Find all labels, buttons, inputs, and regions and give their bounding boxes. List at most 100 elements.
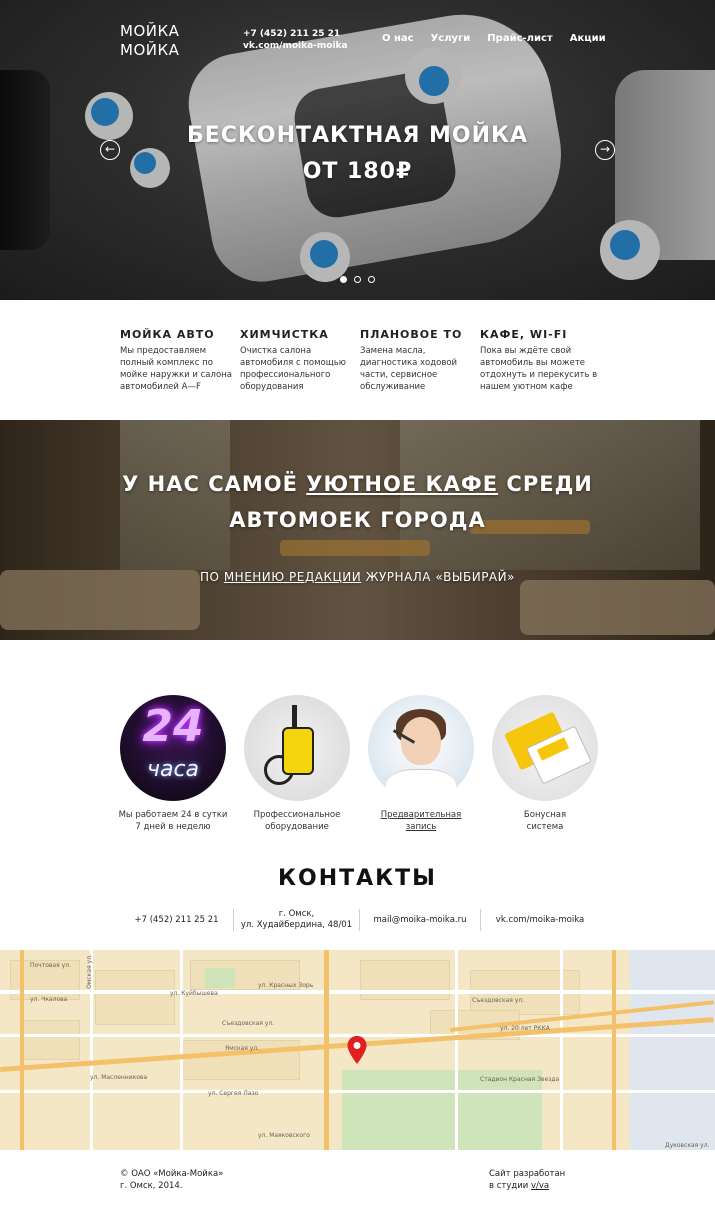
map-label: Дуковская ул. [665, 1142, 710, 1149]
feature-caption-line: 7 дней в неделю [135, 822, 211, 832]
map-block [20, 1020, 80, 1060]
nav-item-about[interactable]: О нас [382, 33, 414, 44]
service-item: МОЙКА АВТО Мы предоставляем полный компл… [120, 328, 240, 393]
site-logo[interactable]: МОЙКА МОЙКА [120, 22, 179, 60]
map-label: Стадион Красная Звезда [480, 1076, 560, 1083]
map-pin-icon[interactable] [347, 1036, 367, 1064]
map-park [205, 968, 235, 988]
map-road [0, 1090, 715, 1093]
slider-next-arrow-icon[interactable]: → [595, 140, 615, 160]
map-road [180, 950, 183, 1150]
developer-studio-pre: в студии [489, 1181, 531, 1191]
service-item: ПЛАНОВОЕ ТО Замена масла, диагностика хо… [360, 328, 480, 393]
contact-address: г. Омск, ул. Худайбердина, 48/01 [234, 909, 359, 931]
neon-hours-text: часа [146, 757, 200, 782]
logo-line: МОЙКА [120, 22, 180, 40]
operator-shirt [386, 769, 456, 801]
nav-item-promo[interactable]: Акции [570, 33, 606, 44]
map-label: ул. Красных Зорь [258, 982, 314, 989]
map-label: Почтовая ул. [30, 962, 71, 969]
map-label: ул. 20 лет РККА [500, 1025, 550, 1032]
map-main-road [20, 950, 24, 1150]
developer-text: Сайт разработан [489, 1169, 566, 1179]
service-text: Очистка салона автомобиля с помощью проф… [240, 346, 346, 392]
feature-item: Профессиональное оборудование [237, 695, 357, 833]
city-year-text: г. Омск, 2014. [120, 1181, 183, 1191]
neon-24-text: 24 [142, 701, 204, 752]
feature-caption: Мы работаем 24 в сутки 7 дней в неделю [113, 809, 233, 833]
map-block [95, 970, 175, 1025]
map-label: ул. Масленникова [90, 1074, 148, 1081]
slider-dot[interactable] [368, 276, 375, 283]
map-label: ул. Сергея Лазо [208, 1090, 259, 1097]
footer-copyright: © ОАО «Мойка-Мойка» г. Омск, 2014. [120, 1168, 223, 1192]
service-text: Замена масла, диагностика ходовой части,… [360, 346, 458, 392]
services-list: МОЙКА АВТО Мы предоставляем полный компл… [120, 328, 600, 393]
service-title: ПЛАНОВОЕ ТО [360, 328, 463, 341]
map-road [0, 990, 715, 994]
logo-line: МОЙКА [120, 41, 180, 59]
cafe-title: У НАС САМОЁ УЮТНОЕ КАФЕ СРЕДИ АВТОМОЕК Г… [0, 466, 715, 538]
contacts-title: КОНТАКТЫ [278, 866, 437, 891]
operator-headset-icon[interactable] [368, 695, 474, 801]
feature-caption-line: запись [405, 822, 437, 832]
header-contacts: +7 (452) 211 25 21 vk.com/moika-moika [243, 28, 348, 52]
nav-item-prices[interactable]: Прайс-лист [487, 33, 552, 44]
slider-prev-arrow-icon[interactable]: ← [100, 140, 120, 160]
map-road [560, 950, 563, 1150]
map-road [455, 950, 458, 1150]
map-label: Ямская ул. [225, 1045, 260, 1052]
slider-dot[interactable] [340, 276, 347, 283]
bonus-card-icon [492, 695, 598, 801]
editorial-link[interactable]: МНЕНИЮ РЕДАКЦИИ [224, 570, 361, 584]
feature-caption-line: система [526, 822, 564, 832]
footer-developer: Сайт разработан в студии v/va [489, 1168, 565, 1192]
contact-phone[interactable]: +7 (452) 211 25 21 [120, 915, 233, 926]
nav-item-services[interactable]: Услуги [431, 33, 471, 44]
booking-link[interactable]: Предварительная запись [361, 809, 481, 833]
feature-caption-line: Мы работаем 24 в сутки [118, 810, 228, 820]
service-text: Пока вы ждёте свой автомобиль вы можете … [480, 346, 598, 392]
cafe-title-pre: У НАС САМОЁ [122, 472, 307, 496]
address-line: ул. Худайбердина, 48/01 [240, 920, 353, 930]
cafe-title-line: У НАС САМОЁ УЮТНОЕ КАФЕ СРЕДИ [0, 466, 715, 502]
service-title: ХИМЧИСТКА [240, 328, 329, 341]
map-industrial-zone [630, 950, 715, 1150]
contacts-row: +7 (452) 211 25 21 г. Омск, ул. Худайбер… [120, 908, 600, 932]
slider-dot[interactable] [354, 276, 361, 283]
cafe-sub-pre: ПО [200, 570, 224, 584]
feature-caption-line: оборудование [265, 822, 329, 832]
map-label: ул. Чкалова [30, 996, 68, 1003]
slider-dots [340, 276, 375, 283]
feature-caption: Бонусная система [485, 809, 605, 833]
cafe-title-line: АВТОМОЕК ГОРОДА [229, 508, 486, 532]
feature-caption-line: Предварительная [380, 810, 462, 820]
main-nav: О нас Услуги Прайс-лист Акции [382, 33, 606, 44]
hero-slider: МОЙКА МОЙКА +7 (452) 211 25 21 vk.com/mo… [0, 0, 715, 300]
neon-24-hours-icon: 24 часа [120, 695, 226, 801]
service-item: ХИМЧИСТКА Очистка салона автомобиля с по… [240, 328, 360, 393]
cafe-title-post: СРЕДИ [498, 472, 593, 496]
cafe-link[interactable]: УЮТНОЕ КАФЕ [306, 472, 498, 496]
studio-link[interactable]: v/va [531, 1181, 549, 1191]
map-label: Съездовская ул. [222, 1020, 275, 1027]
address-line: г. Омск, [278, 909, 315, 919]
pressure-washer-icon [244, 695, 350, 801]
service-title: КАФЕ, WI-FI [480, 328, 568, 341]
feature-caption-line: Бонусная [523, 810, 567, 820]
service-title: МОЙКА АВТО [120, 328, 215, 341]
contact-vk[interactable]: vk.com/moika-moika [481, 915, 599, 926]
header-phone[interactable]: +7 (452) 211 25 21 [243, 28, 348, 40]
map-label: ул. Куйбышева [170, 990, 218, 997]
service-text: Мы предоставляем полный комплекс по мойк… [120, 346, 232, 392]
map-label: Съездовская ул. [472, 997, 525, 1004]
cafe-subtitle: ПО МНЕНИЮ РЕДАКЦИИ ЖУРНАЛА «ВЫБИРАЙ» [0, 570, 715, 584]
map-main-road [612, 950, 616, 1150]
map-block [360, 960, 450, 1000]
feature-item: Предварительная запись [361, 695, 481, 833]
operator-face [401, 717, 441, 765]
feature-caption: Профессиональное оборудование [237, 809, 357, 833]
header-vk-link[interactable]: vk.com/moika-moika [243, 40, 348, 52]
cafe-sub-post: ЖУРНАЛА «ВЫБИРАЙ» [361, 570, 515, 584]
contact-email[interactable]: mail@moika-moika.ru [360, 915, 480, 926]
